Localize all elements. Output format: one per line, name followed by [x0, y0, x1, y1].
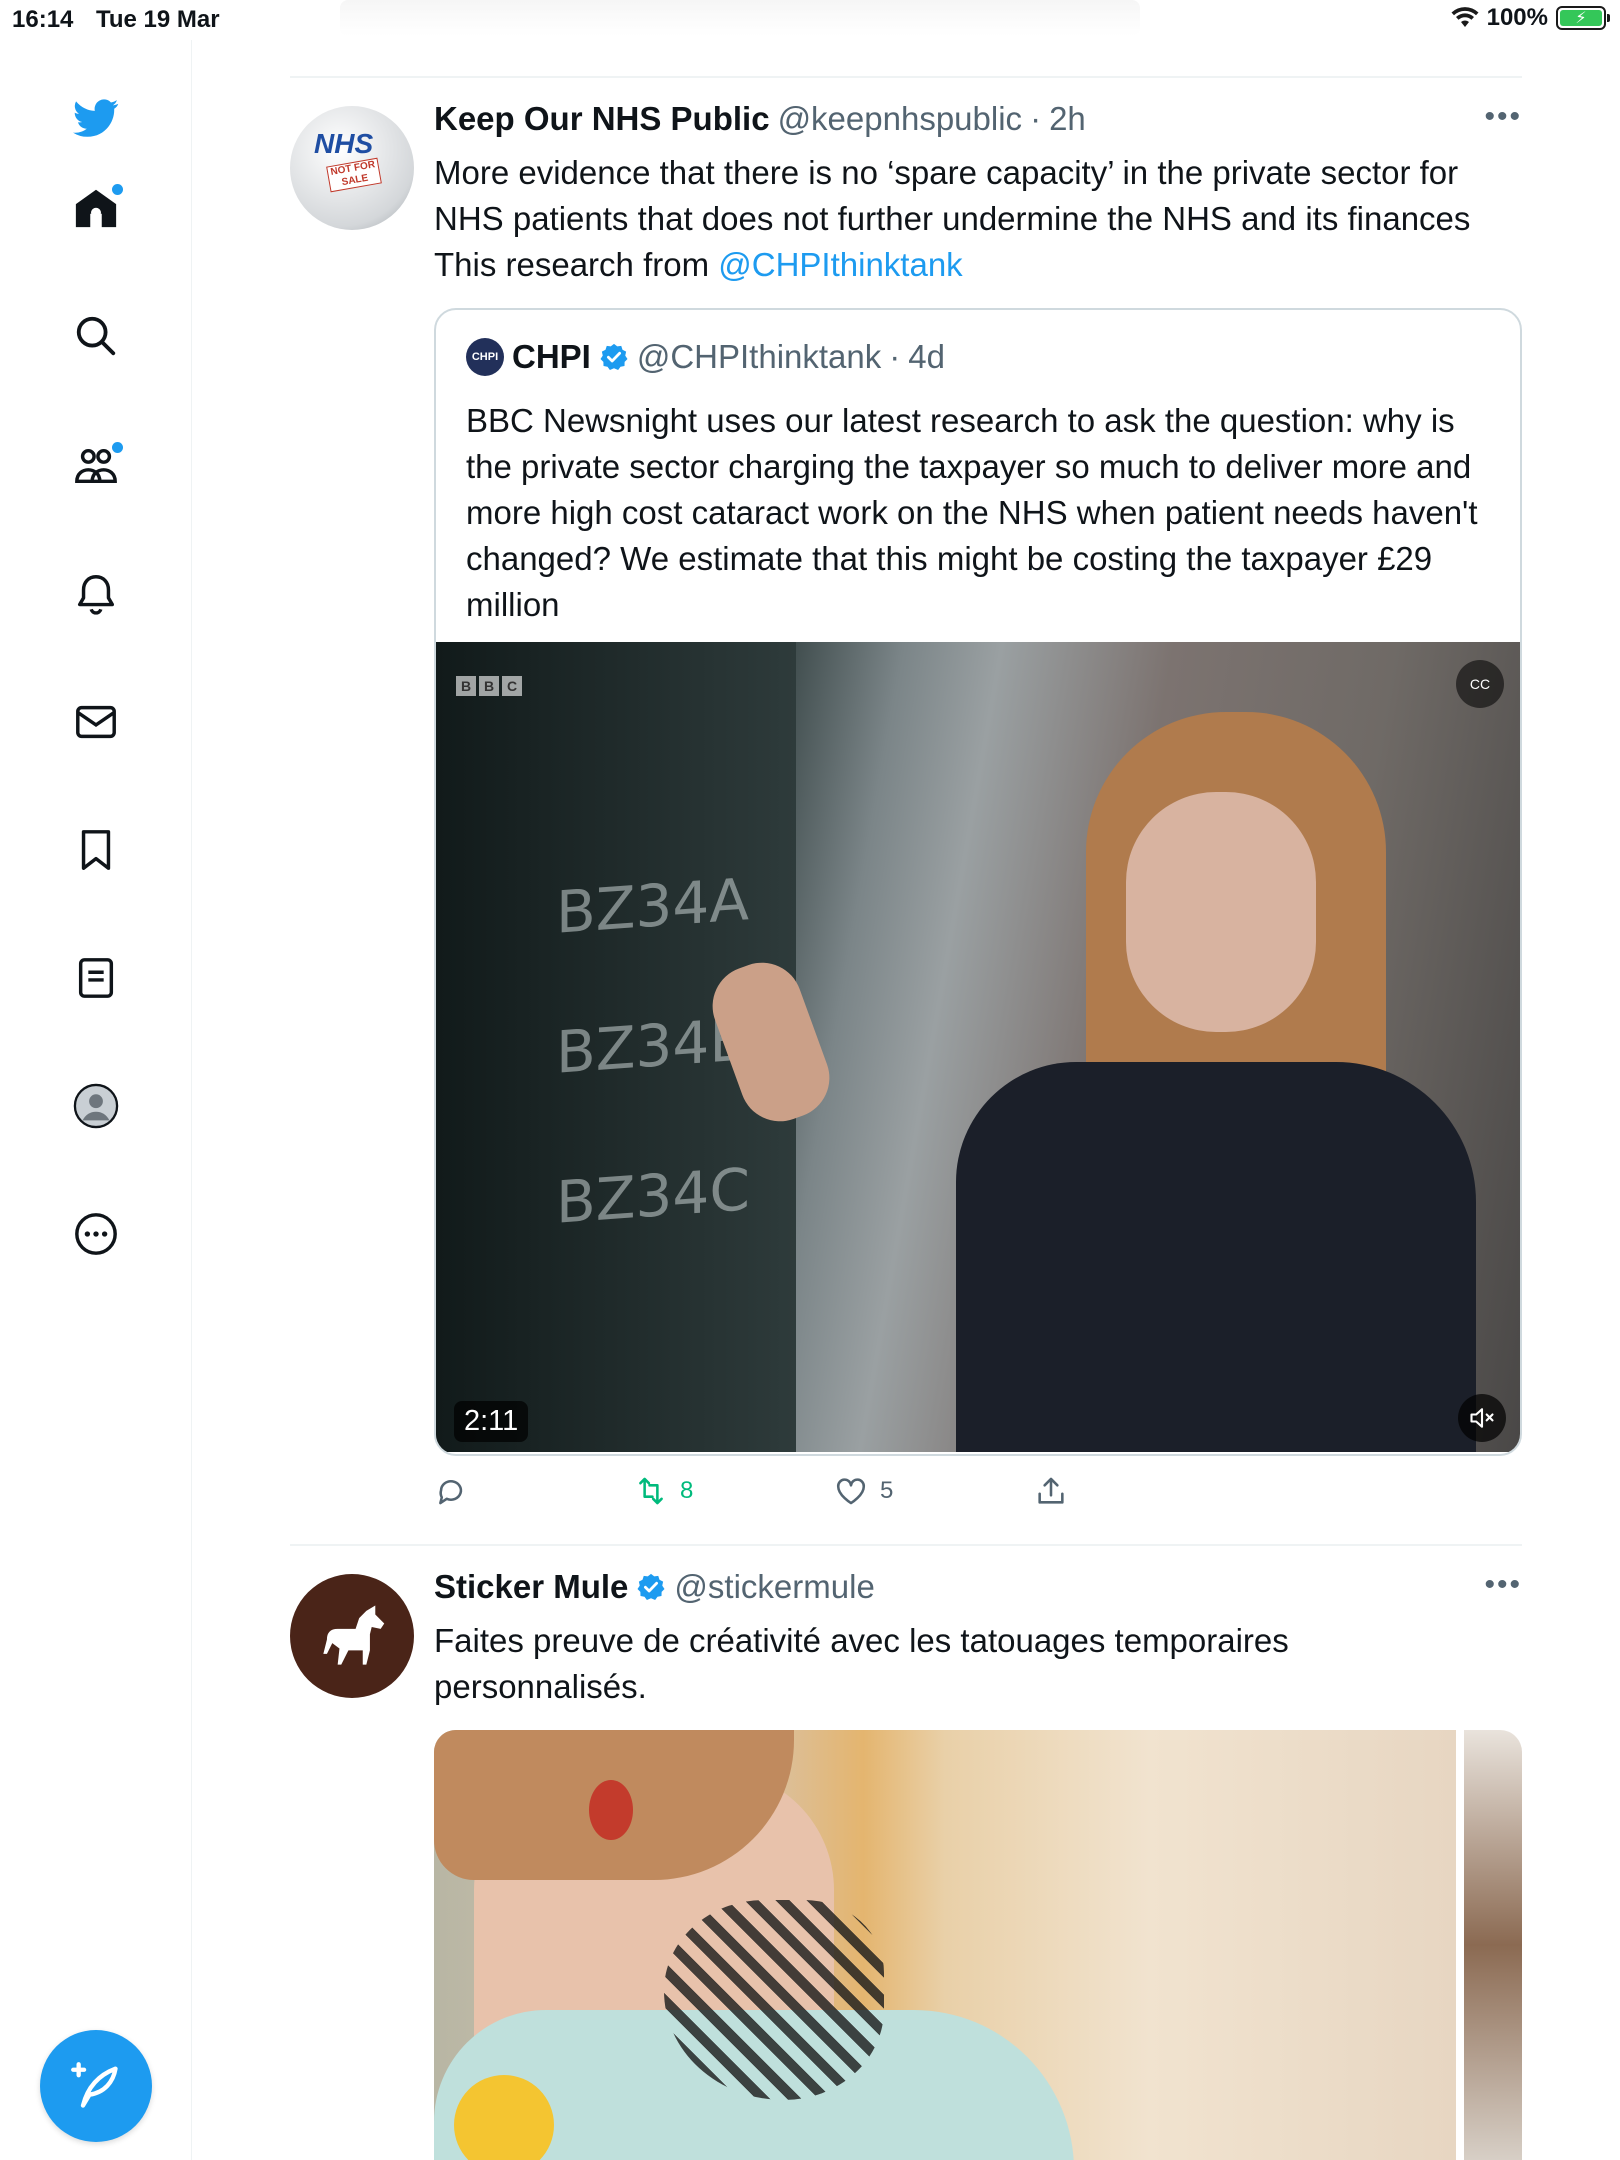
sidebar-item-bookmarks[interactable]: [64, 818, 128, 882]
video-wall-sign: BZ34C: [556, 1155, 750, 1237]
more-icon: [75, 1213, 117, 1255]
home-unread-dot: [112, 184, 123, 195]
verified-badge-icon: [600, 343, 628, 370]
tweet-text: More evidence that there is no ‘spare ca…: [434, 150, 1522, 288]
quoted-author-handle: @CHPIthinktank: [636, 338, 882, 375]
reply-button[interactable]: [434, 1474, 468, 1508]
tweet-media-carousel[interactable]: [434, 1730, 1522, 2160]
retweet-button[interactable]: 8: [634, 1474, 693, 1508]
bbc-logo: BBC: [456, 676, 522, 696]
tweet-text-line-2: This research from @CHPIthinktank: [434, 242, 1522, 288]
video-wall-sign: BZ34A: [556, 865, 750, 947]
mute-button[interactable]: [1458, 1394, 1506, 1442]
speaker-muted-icon: [1470, 1408, 1494, 1428]
quoted-time: 4d: [908, 338, 945, 375]
sidebar-item-messages[interactable]: [64, 690, 128, 754]
sidebar-item-home[interactable]: [64, 176, 128, 240]
sidebar-item-communities[interactable]: [64, 434, 128, 498]
tweet-divider: [290, 76, 1522, 78]
video-person-face: [1126, 792, 1316, 1032]
status-right: 100% ⚡: [1451, 4, 1610, 32]
more-options-icon[interactable]: •••: [1484, 100, 1522, 134]
quoted-avatar: CHPI: [466, 338, 504, 376]
tweet-keepnhspublic[interactable]: NHS NOT FOR SALE Keep Our NHS Public @ke…: [290, 100, 1522, 1540]
bookmarks-icon: [81, 830, 111, 870]
notifications-icon: [77, 575, 115, 615]
tweet-text: Faites preuve de créativité avec les tat…: [434, 1622, 1289, 1705]
tweet-text-prefix: This research from: [434, 246, 719, 283]
tweet-header: Sticker Mule @stickermule: [434, 1568, 875, 1606]
author-name[interactable]: Keep Our NHS Public: [434, 100, 770, 138]
quoted-author-name: CHPI: [512, 338, 591, 375]
communities-unread-dot: [112, 442, 123, 453]
tweet-divider: [290, 1544, 1522, 1546]
quoted-tweet-text: BBC Newsnight uses our latest research t…: [466, 402, 1478, 623]
twitter-logo-icon[interactable]: [64, 86, 128, 150]
media-image-next[interactable]: [1464, 1730, 1522, 2160]
like-button[interactable]: 5: [834, 1474, 893, 1508]
tweet-stickermule[interactable]: Sticker Mule @stickermule ••• Faites pre…: [290, 1568, 1522, 2160]
tweet-header: Keep Our NHS Public @keepnhspublic · 2h: [434, 100, 1086, 138]
compose-tweet-icon: [71, 2062, 118, 2108]
heart-icon: [836, 1478, 866, 1505]
retweet-count: 8: [680, 1477, 694, 1504]
status-time: 16:14: [12, 6, 74, 33]
lists-icon: [78, 958, 114, 998]
avatar[interactable]: NHS NOT FOR SALE: [290, 106, 414, 230]
quoted-tweet-header: CHPI CHPI @CHPIthinktank · 4d: [466, 338, 945, 376]
captions-icon[interactable]: CC: [1456, 660, 1504, 708]
messages-icon: [76, 705, 116, 739]
quoted-separator: ·: [889, 338, 901, 375]
avatar[interactable]: [290, 1574, 414, 1698]
image-earring: [589, 1780, 633, 1840]
tweet-time[interactable]: 2h: [1049, 100, 1086, 138]
sidebar-item-notifications[interactable]: [64, 562, 128, 626]
sidebar-nav: [0, 40, 192, 2160]
author-handle[interactable]: @keepnhspublic: [778, 100, 1023, 138]
author-handle[interactable]: @stickermule: [674, 1568, 874, 1606]
battery-percent: 100%: [1486, 4, 1548, 31]
author-name[interactable]: Sticker Mule: [434, 1568, 628, 1606]
avatar-logo-text: NHS: [314, 128, 374, 159]
sidebar-item-explore[interactable]: [64, 304, 128, 368]
previous-tweet-fade: [340, 0, 1140, 36]
tweet-text-line: More evidence that there is no ‘spare ca…: [434, 154, 1471, 237]
profile-icon: [73, 1083, 119, 1129]
status-date: Tue 19 Mar: [96, 6, 220, 33]
wifi-icon: [1451, 7, 1479, 27]
share-button[interactable]: [1034, 1474, 1068, 1508]
avatar-badge-text: NOT FOR SALE: [326, 157, 382, 193]
share-icon: [1038, 1477, 1064, 1504]
sidebar-item-lists[interactable]: [64, 946, 128, 1010]
tweet-actions: 8 5: [434, 1474, 1134, 1514]
sidebar-item-profile[interactable]: [64, 1074, 128, 1138]
media-image[interactable]: [434, 1730, 1456, 2160]
quoted-tweet[interactable]: CHPI CHPI @CHPIthinktank · 4d BBC Newsni…: [434, 308, 1522, 1456]
sidebar-item-more[interactable]: [64, 1202, 128, 1266]
battery-icon: ⚡: [1556, 6, 1610, 30]
verified-badge-icon: [637, 1573, 665, 1600]
video-player[interactable]: BZ34A BZ34B BZ34C BBC CC 2:11: [436, 642, 1520, 1452]
retweet-icon: [639, 1477, 663, 1505]
more-options-icon[interactable]: •••: [1484, 1568, 1522, 1602]
mention-link[interactable]: @CHPIthinktank: [718, 246, 962, 283]
compose-tweet-button[interactable]: [40, 2030, 152, 2142]
like-count: 5: [880, 1477, 894, 1504]
video-person-body: [956, 1062, 1476, 1452]
search-icon: [76, 316, 116, 356]
video-duration: 2:11: [454, 1401, 529, 1442]
reply-icon: [439, 1479, 463, 1505]
separator: ·: [1030, 100, 1042, 137]
horse-logo-icon: [323, 1605, 385, 1665]
